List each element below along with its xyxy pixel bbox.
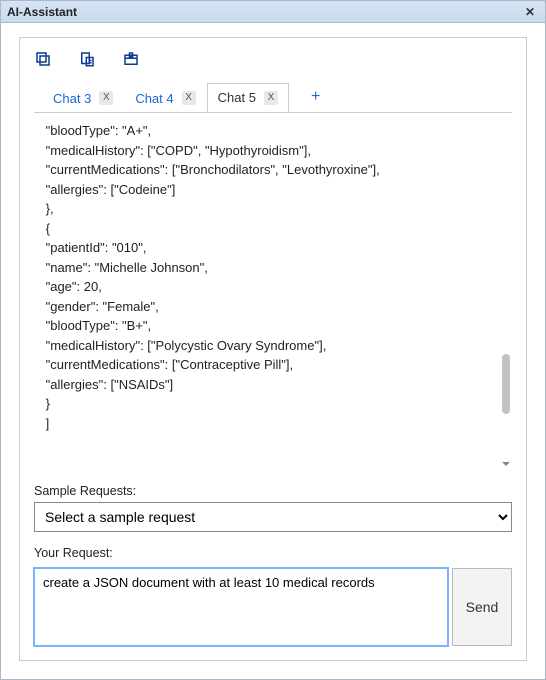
tab-close-icon[interactable]: X [182, 91, 196, 105]
scrollbar[interactable] [502, 119, 510, 454]
tab-chat-4[interactable]: Chat 4 X [124, 84, 206, 112]
response-text: "bloodType": "A+", "medicalHistory": ["C… [34, 117, 512, 437]
window-title: AI-Assistant [7, 5, 77, 19]
tab-label: Chat 3 [53, 91, 91, 106]
tab-label: Chat 5 [218, 90, 256, 105]
copy-icon[interactable] [34, 50, 52, 68]
send-button[interactable]: Send [452, 568, 512, 646]
tab-chat-3[interactable]: Chat 3 X [42, 84, 124, 112]
your-request-label: Your Request: [34, 546, 512, 560]
scroll-thumb[interactable] [502, 354, 510, 414]
tab-bar: Chat 3 X Chat 4 X Chat 5 X + [34, 82, 512, 113]
tab-close-icon[interactable]: X [264, 91, 278, 105]
tab-label: Chat 4 [135, 91, 173, 106]
chevron-down-icon[interactable] [500, 458, 512, 470]
paste-icon[interactable] [78, 50, 96, 68]
request-row: Send [34, 568, 512, 646]
response-viewer[interactable]: "bloodType": "A+", "medicalHistory": ["C… [34, 117, 512, 470]
close-icon[interactable]: ✕ [521, 5, 539, 19]
toolbar [34, 50, 512, 82]
titlebar: AI-Assistant ✕ [1, 1, 545, 23]
tab-chat-5[interactable]: Chat 5 X [207, 83, 289, 112]
send-to-window-icon[interactable] [122, 50, 140, 68]
sample-requests-label: Sample Requests: [34, 484, 512, 498]
tab-close-icon[interactable]: X [99, 91, 113, 105]
tab-add-button[interactable]: + [297, 82, 334, 112]
window: AI-Assistant ✕ [0, 0, 546, 680]
request-input[interactable] [34, 568, 448, 646]
main-panel: Chat 3 X Chat 4 X Chat 5 X + "bloodType"… [19, 37, 527, 661]
sample-request-select[interactable]: Select a sample request [34, 502, 512, 532]
content-area: Chat 3 X Chat 4 X Chat 5 X + "bloodType"… [1, 23, 545, 679]
